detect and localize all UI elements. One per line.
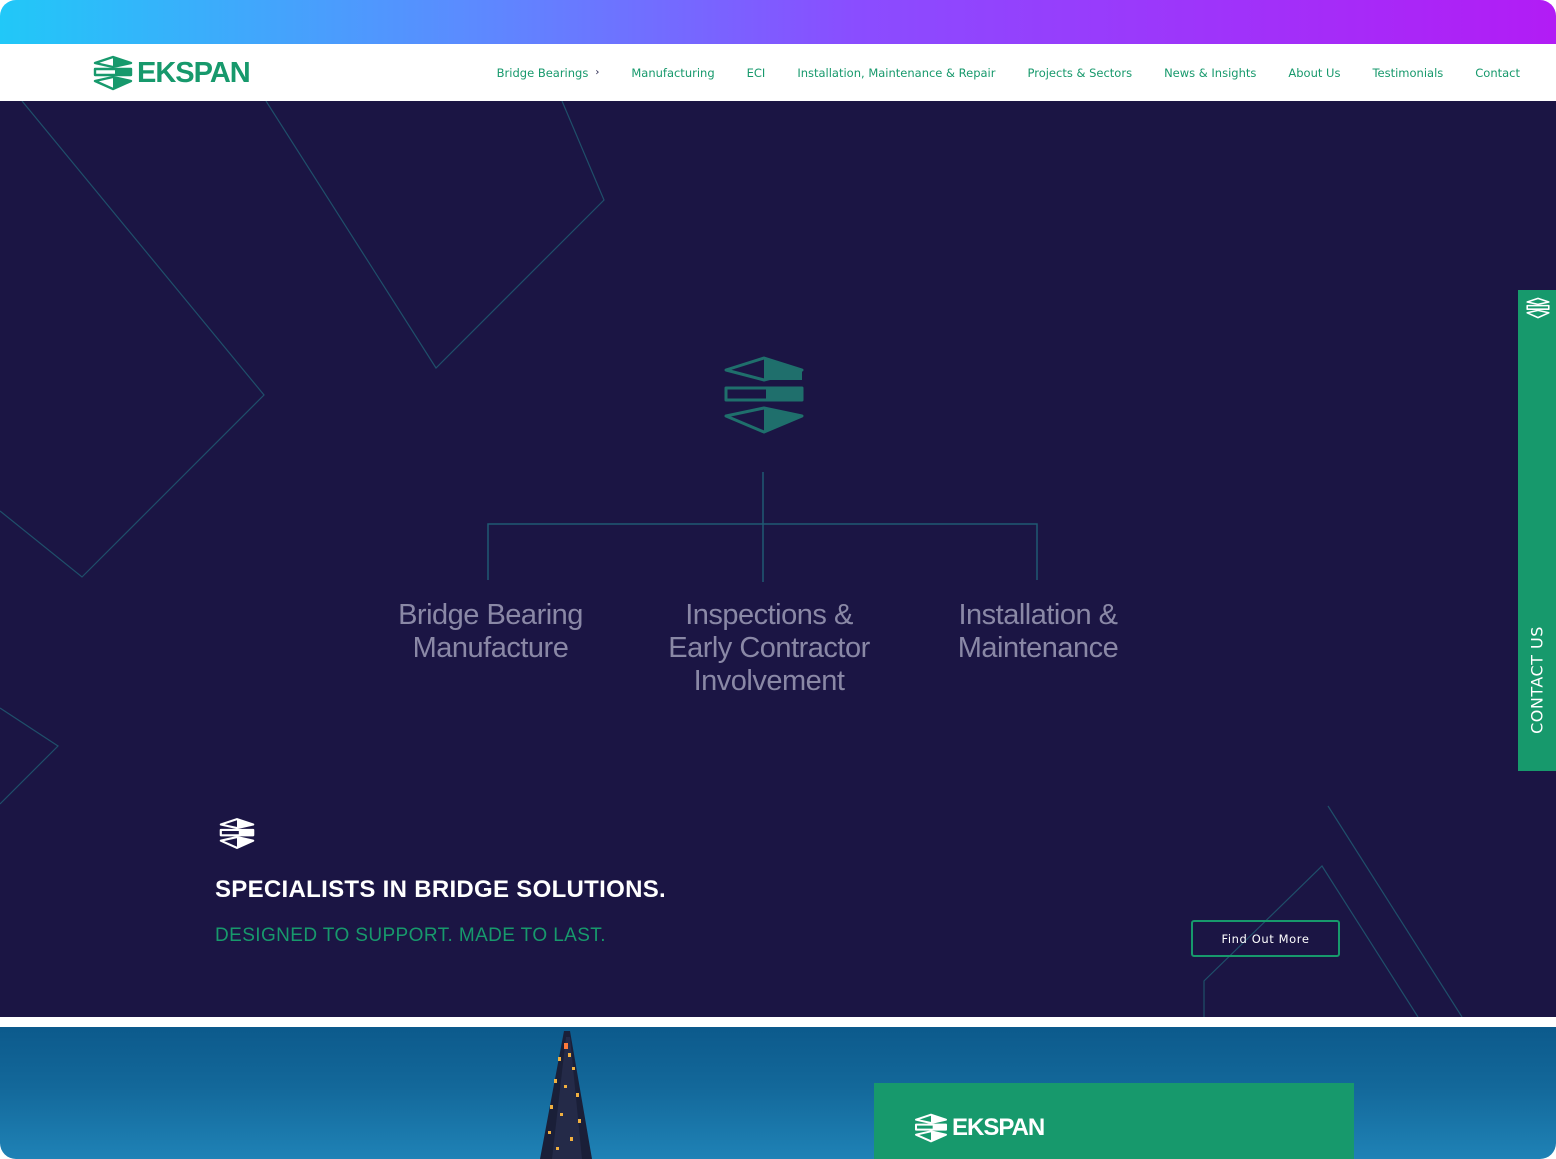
pillar-inspections: Inspections & Early Contractor Involveme… <box>640 599 898 698</box>
find-out-more-button[interactable]: Find Out More <box>1191 920 1340 957</box>
ekspan-emblem-icon <box>724 356 804 434</box>
nav-contact[interactable]: Contact <box>1475 66 1520 80</box>
card-logo-wordmark: EKSPAN <box>952 1114 1045 1141</box>
nav-installation[interactable]: Installation, Maintenance & Repair <box>797 66 995 80</box>
hero-title: SPECIALISTS IN BRIDGE SOLUTIONS. <box>215 876 666 903</box>
pillar-line: Maintenance <box>957 632 1119 664</box>
logo-wordmark: EKSPAN <box>137 56 251 89</box>
ekspan-tab-icon <box>1526 297 1550 319</box>
nav-news-insights[interactable]: News & Insights <box>1164 66 1256 80</box>
nav-label: Manufacturing <box>631 65 715 80</box>
hero-subtitle: DESIGNED TO SUPPORT. MADE TO LAST. <box>215 925 606 946</box>
nav-label: About Us <box>1288 65 1341 80</box>
pillar-line: Involvement <box>693 665 845 697</box>
nav-projects-sectors[interactable]: Projects & Sectors <box>1027 66 1132 80</box>
header-logo[interactable]: EKSPAN <box>93 54 251 92</box>
nav-testimonials[interactable]: Testimonials <box>1372 66 1443 80</box>
pillar-line: Manufacture <box>412 632 569 664</box>
pillar-line: Inspections & <box>685 599 853 631</box>
ekspan-small-white-icon <box>219 818 255 849</box>
main-nav: Bridge Bearings › Manufacturing ECI Inst… <box>465 44 1520 101</box>
brand-card: EKSPAN <box>874 1083 1354 1159</box>
nav-label: Projects & Sectors <box>1027 65 1133 80</box>
pillar-installation: Installation & Maintenance <box>920 599 1156 665</box>
nav-about-us[interactable]: About Us <box>1288 66 1340 80</box>
nav-bridge-bearings[interactable]: Bridge Bearings › <box>497 66 600 80</box>
nav-label: Bridge Bearings <box>496 65 589 80</box>
section-divider <box>0 1017 1556 1027</box>
site-header: EKSPAN Bridge Bearings › Manufacturing E… <box>0 44 1556 102</box>
chevron-right-icon: › <box>595 67 600 78</box>
page-frame: EKSPAN Bridge Bearings › Manufacturing E… <box>0 0 1556 1159</box>
ekspan-logo-icon <box>93 55 133 91</box>
nav-label: ECI <box>746 65 766 80</box>
contact-us-tab[interactable]: CONTACT US <box>1518 290 1556 771</box>
nav-manufacturing[interactable]: Manufacturing <box>631 66 714 80</box>
nav-label: Installation, Maintenance & Repair <box>797 65 996 80</box>
nav-label: Testimonials <box>1372 65 1444 80</box>
nav-label: News & Insights <box>1164 65 1257 80</box>
card-logo: EKSPAN <box>914 1113 1045 1143</box>
pillar-line: Installation & <box>958 599 1118 631</box>
skyline-photo-section: EKSPAN <box>0 1027 1556 1159</box>
pillar-bridge-bearing: Bridge Bearing Manufacture <box>368 599 613 665</box>
browser-gradient-bar <box>0 0 1556 44</box>
hero-section: Bridge Bearing Manufacture Inspections &… <box>0 101 1556 1017</box>
pillar-line: Early Contractor <box>668 632 870 664</box>
nav-eci[interactable]: ECI <box>747 66 766 80</box>
shard-building-image <box>540 1031 592 1159</box>
pillar-line: Bridge Bearing <box>398 599 583 631</box>
ekspan-card-icon <box>915 1113 947 1143</box>
contact-us-label: CONTACT US <box>1527 626 1547 734</box>
nav-label: Contact <box>1475 65 1520 80</box>
